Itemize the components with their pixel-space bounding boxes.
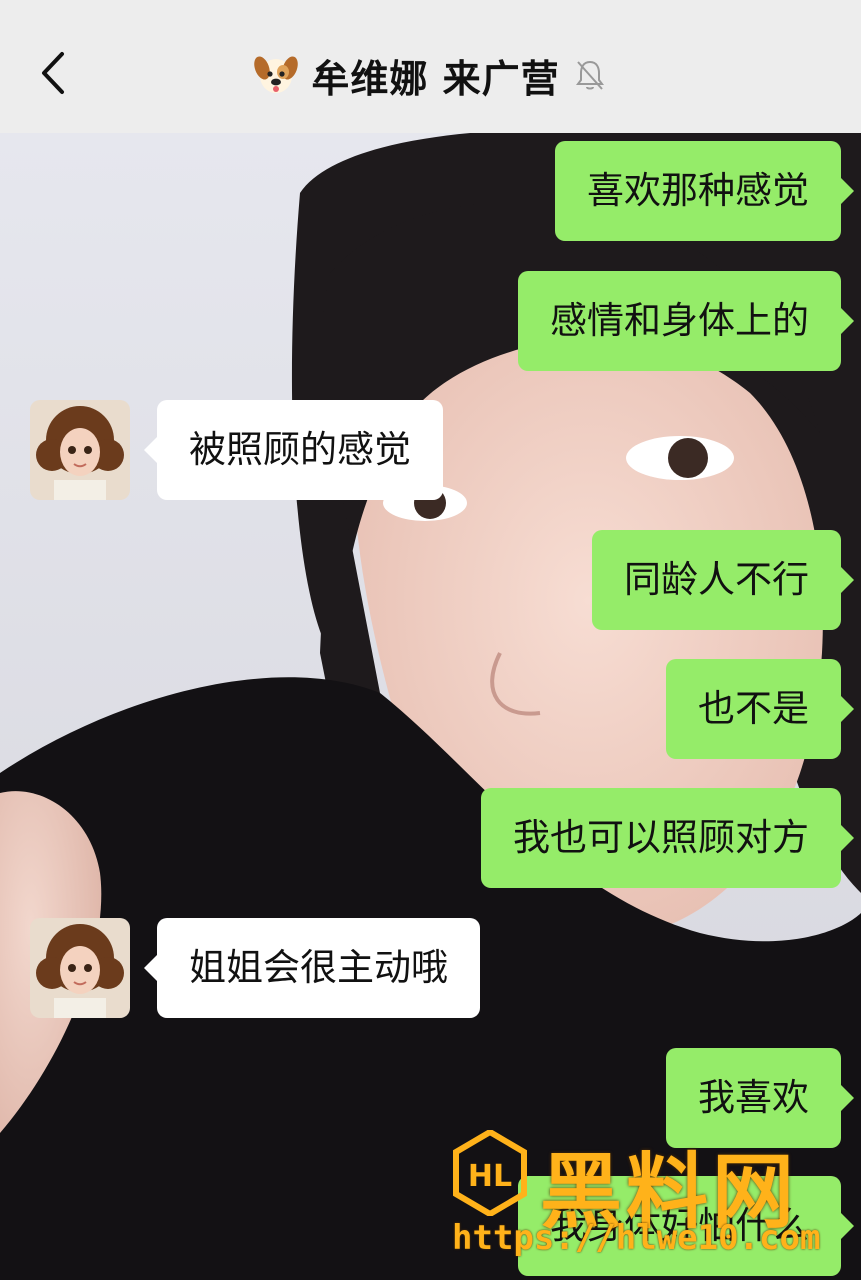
contact-avatar[interactable]	[30, 918, 130, 1018]
avatar-image	[30, 400, 130, 500]
message-bubble-sent[interactable]: 喜欢那种感觉	[555, 141, 854, 241]
avatar-image	[30, 918, 130, 1018]
message-bubble-sent[interactable]: 同龄人不行	[592, 530, 854, 630]
message-bubble-sent[interactable]: 我也可以照顾对方	[481, 788, 854, 888]
dog-face-icon	[254, 56, 299, 93]
watermark-logo-icon: HL	[453, 1130, 527, 1216]
message-bubble-sent[interactable]: 感情和身体上的	[518, 271, 854, 371]
bell-muted-icon	[575, 60, 604, 90]
watermark-url: https://hlwe10.com	[452, 1218, 821, 1258]
chat-title: 牟维娜 来广营	[311, 56, 560, 101]
message-bubble-sent[interactable]: 也不是	[666, 659, 854, 759]
contact-avatar[interactable]	[30, 400, 130, 500]
message-bubble-received[interactable]: 姐姐会很主动哦	[144, 918, 480, 1018]
watermark-logo-text: HL	[468, 1159, 512, 1194]
chat-title-area[interactable]: 牟维娜 来广营	[0, 52, 861, 101]
chat-header: 牟维娜 来广营	[0, 0, 861, 133]
message-bubble-received[interactable]: 被照顾的感觉	[144, 400, 443, 500]
